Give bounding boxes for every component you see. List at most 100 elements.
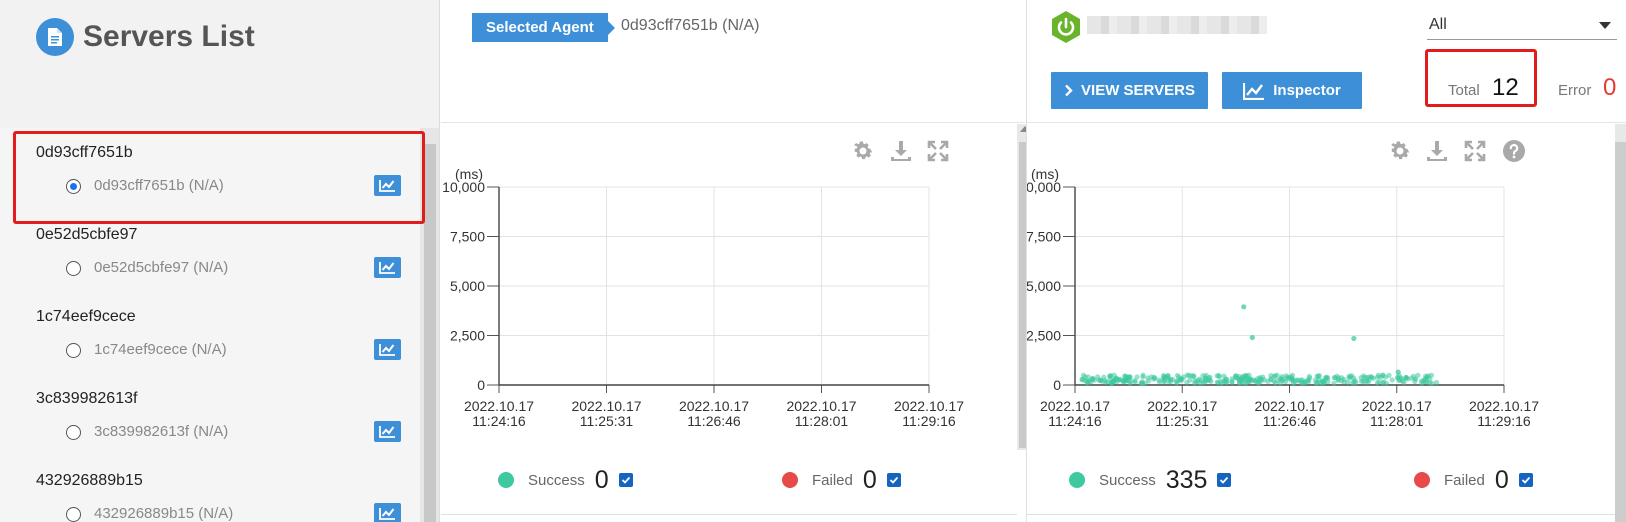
error-count: 0 — [1603, 74, 1617, 101]
agent-radio[interactable] — [66, 261, 81, 276]
y-tick-label: 10,000 — [442, 179, 485, 195]
agent-chart-button[interactable] — [374, 257, 401, 278]
data-point — [1107, 375, 1113, 382]
failed-count: 0 — [862, 465, 877, 494]
data-point — [1139, 379, 1145, 385]
agent-item[interactable]: 432926889b15 (N/A) — [66, 503, 406, 522]
y-tick-label: 5,000 — [450, 278, 485, 294]
x-tick-time: 11:28:01 — [795, 413, 849, 429]
x-tick-date: 2022.10.17 — [1362, 398, 1432, 414]
agent-label: 0d93cff7651b (N/A) — [94, 177, 224, 194]
checkbox-icon[interactable] — [886, 473, 901, 487]
data-point — [1341, 379, 1347, 385]
agent-radio[interactable] — [66, 179, 81, 194]
failed-label: Failed — [812, 471, 853, 489]
server-group: 1c74eef9cece 1c74eef9cece (N/A) — [0, 292, 420, 374]
server-group: 0e52d5cbfe97 0e52d5cbfe97 (N/A) — [0, 210, 420, 292]
x-tick-time: 11:25:31 — [1156, 413, 1210, 429]
view-servers-button[interactable]: VIEW SERVERS — [1051, 72, 1208, 109]
agent-chart-legend-success: Success 0 — [498, 466, 633, 494]
server-list: 0d93cff7651b 0d93cff7651b (N/A) 0e52d5cbfe… — [0, 128, 420, 522]
data-point — [1168, 376, 1174, 382]
agent-chart-button[interactable] — [374, 339, 401, 360]
checkbox-icon[interactable] — [1518, 473, 1533, 487]
chart-line-icon — [379, 344, 395, 356]
data-point — [1433, 379, 1440, 386]
data-point — [1395, 375, 1401, 381]
agent-item[interactable]: 1c74eef9cece (N/A) — [66, 339, 406, 363]
data-point — [1249, 334, 1255, 341]
application-panel-scrollbar[interactable] — [1615, 124, 1626, 522]
selected-agent-tag: Selected Agent — [472, 13, 615, 42]
data-point — [1085, 374, 1091, 380]
x-tick-date: 2022.10.17 — [571, 398, 641, 414]
data-point — [1190, 373, 1197, 379]
checkbox-icon[interactable] — [1217, 473, 1232, 487]
error-label: Error — [1558, 82, 1592, 99]
data-point — [1140, 374, 1146, 380]
y-tick-label: 7,500 — [450, 229, 485, 245]
agent-radio[interactable] — [66, 507, 81, 522]
success-dot-icon — [498, 472, 514, 488]
data-point — [1318, 380, 1324, 386]
data-point — [1201, 379, 1207, 386]
agent-label: 0e52d5cbfe97 (N/A) — [94, 259, 229, 276]
x-tick-time: 11:25:31 — [580, 413, 634, 429]
data-point — [1351, 335, 1357, 342]
data-point — [1122, 373, 1128, 379]
x-tick-time: 11:26:46 — [687, 413, 741, 429]
data-point — [1290, 380, 1297, 386]
inspector-button[interactable]: Inspector — [1222, 72, 1362, 109]
data-point — [1277, 376, 1283, 382]
data-point — [1184, 372, 1191, 378]
server-group-name: 0d93cff7651b — [36, 144, 133, 161]
failed-label: Failed — [1444, 471, 1485, 489]
data-point — [1314, 373, 1320, 379]
servers-title: Servers List — [83, 20, 255, 53]
failed-count: 0 — [1494, 465, 1509, 494]
data-point — [1346, 373, 1352, 379]
total-highlight — [1425, 49, 1537, 107]
success-dot-icon — [1069, 472, 1085, 488]
data-point — [1427, 380, 1433, 386]
app-chart-legend-failed: Failed 0 — [1414, 466, 1533, 494]
data-point — [1229, 379, 1235, 386]
server-group-name: 0e52d5cbfe97 — [36, 226, 138, 243]
x-tick-date: 2022.10.17 — [1469, 398, 1539, 414]
agent-chart-button[interactable] — [374, 175, 401, 196]
data-point — [1241, 304, 1247, 310]
agent-response-chart: (ms)02,5005,0007,50010,0002022.10.1711:2… — [442, 166, 964, 429]
x-tick-date: 2022.10.17 — [464, 398, 534, 414]
data-point — [1248, 376, 1254, 382]
success-label: Success — [1099, 471, 1156, 489]
power-logo-icon — [1049, 10, 1083, 44]
data-point — [1090, 376, 1096, 382]
data-point — [1268, 372, 1274, 379]
data-point — [1214, 379, 1220, 385]
agent-chart-button[interactable] — [374, 421, 401, 442]
chart-line-icon — [379, 508, 395, 520]
x-tick-date: 2022.10.17 — [679, 398, 749, 414]
data-point — [1103, 379, 1109, 385]
server-list-scrollbar[interactable] — [420, 128, 439, 522]
data-point — [1178, 376, 1184, 382]
agent-radio[interactable] — [66, 343, 81, 358]
agent-item[interactable]: 0e52d5cbfe97 (N/A) — [66, 257, 406, 281]
view-servers-label: VIEW SERVERS — [1081, 82, 1195, 99]
data-point — [1374, 380, 1381, 386]
filter-select[interactable]: All — [1427, 10, 1617, 40]
agent-chart-button[interactable] — [374, 503, 401, 522]
data-point — [1331, 380, 1337, 386]
agent-panel: Selected Agent 0d93cff7651b (N/A) (ms) 0 2… — [441, 0, 1033, 522]
data-point — [1079, 377, 1085, 383]
data-point — [1272, 380, 1278, 386]
agent-item[interactable]: 3c839982613f (N/A) — [66, 421, 406, 445]
data-point — [1174, 380, 1180, 386]
chart-line-icon — [379, 426, 395, 438]
agent-radio[interactable] — [66, 425, 81, 440]
checkbox-icon[interactable] — [618, 473, 633, 487]
agent-item[interactable]: 0d93cff7651b (N/A) — [66, 175, 406, 199]
server-group: 3c839982613f 3c839982613f (N/A) — [0, 374, 420, 456]
data-point — [1152, 375, 1158, 381]
data-point — [1352, 377, 1358, 384]
